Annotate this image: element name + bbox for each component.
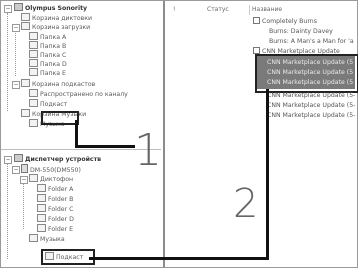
tree-item-folder-a[interactable]: Папка A	[29, 32, 66, 41]
list-item[interactable]: CNN Marketplace Update (5-	[267, 111, 355, 120]
tree-item-device-folder-d[interactable]: Folder D	[37, 214, 74, 223]
tree-item-folder-b[interactable]: Папка B	[29, 41, 66, 50]
callout-number-1: 1	[134, 125, 162, 176]
callout-2-line	[89, 257, 269, 260]
collapse-icon[interactable]	[253, 47, 260, 54]
list-item[interactable]: Burns: A Man's a Man for 'a	[269, 37, 354, 46]
list-item[interactable]: CNN Marketplace Update (5-	[267, 91, 355, 100]
column-header-title[interactable]: Название	[249, 5, 282, 15]
collapse-icon[interactable]: −	[20, 176, 28, 184]
folder-icon	[29, 41, 38, 49]
folder-icon	[37, 194, 46, 202]
list-item-selected[interactable]: CNN Marketplace Update (5	[267, 68, 353, 77]
list-item[interactable]: Burns: Dainty Davey	[269, 27, 333, 36]
folder-icon	[37, 224, 46, 232]
tree-item-device-folder-a[interactable]: Folder A	[37, 184, 73, 193]
highlight-podcast-2	[41, 249, 95, 265]
tree-item-channel[interactable]: Распространено по каналу	[29, 89, 128, 98]
tray-icon	[21, 22, 30, 30]
tree-item-recorder[interactable]: Диктофон	[29, 174, 73, 183]
app-icon	[14, 3, 23, 11]
library-tree: − Olympus Sonority Корзина диктовки − Ко…	[1, 1, 161, 141]
callout-1-line	[75, 120, 78, 148]
folder-icon	[29, 68, 38, 76]
list-item-selected[interactable]: CNN Marketplace Update (5	[267, 58, 353, 67]
tree-item-download-tray[interactable]: Корзина загрузки	[21, 22, 90, 31]
folder-icon	[29, 32, 38, 40]
column-header-priority[interactable]: !	[173, 5, 175, 15]
folder-icon	[29, 59, 38, 67]
tree-item-folder-d[interactable]: Папка D	[29, 59, 67, 68]
tree-item-podcast[interactable]: Подкаст	[29, 99, 67, 108]
collapse-icon[interactable]: −	[12, 24, 20, 32]
window: − Olympus Sonority Корзина диктовки − Ко…	[0, 0, 358, 268]
tray-icon	[21, 79, 30, 87]
collapse-icon[interactable]	[253, 17, 260, 24]
tree-item-folder-e[interactable]: Папка E	[29, 68, 66, 77]
tray-icon	[21, 109, 30, 117]
column-header-status[interactable]: Статус	[207, 5, 229, 15]
tree-item-device-folder-b[interactable]: Folder B	[37, 194, 73, 203]
folder-icon	[37, 184, 46, 192]
folder-icon	[29, 50, 38, 58]
collapse-icon[interactable]: −	[12, 166, 20, 174]
tree-item-device[interactable]: DM-550(DM550)	[21, 164, 81, 174]
folder-icon	[29, 89, 38, 97]
callout-1-line	[75, 145, 135, 148]
tray-icon	[21, 13, 30, 21]
folder-icon	[29, 234, 38, 242]
folder-icon	[37, 204, 46, 212]
tree-item-dictation-tray[interactable]: Корзина диктовки	[21, 13, 92, 22]
tree-item-device-folder-c[interactable]: Folder C	[37, 204, 73, 213]
highlight-podcast-1	[41, 111, 79, 125]
tree-item-device-folder-e[interactable]: Folder E	[37, 224, 73, 233]
list-item[interactable]: CNN Marketplace Update (5-	[267, 101, 355, 110]
folder-icon	[29, 119, 38, 127]
list-item[interactable]: Completely Burns	[253, 17, 317, 26]
folder-icon	[29, 174, 38, 182]
callout-2-line	[266, 89, 269, 259]
tree-root-device-manager[interactable]: Диспетчер устройств	[14, 154, 101, 163]
file-list: ! Статус Название Completely Burns Burns…	[167, 1, 357, 267]
folder-icon	[37, 214, 46, 222]
collapse-icon[interactable]: −	[12, 81, 20, 89]
folder-icon	[29, 99, 38, 107]
tree-item-device-music[interactable]: Музыка	[29, 234, 65, 243]
list-item-selected[interactable]: CNN Marketplace Update (5	[267, 78, 353, 87]
collapse-icon[interactable]: −	[4, 156, 12, 164]
tree-item-folder-c[interactable]: Папка C	[29, 50, 66, 59]
callout-number-2: 2	[233, 181, 259, 227]
device-manager-icon	[14, 154, 23, 162]
tree-item-podcast-tray[interactable]: Корзина подкастов	[21, 79, 95, 88]
tree-root-sonority[interactable]: Olympus Sonority	[14, 3, 87, 12]
collapse-icon[interactable]: −	[4, 5, 12, 13]
recorder-icon	[21, 164, 28, 173]
